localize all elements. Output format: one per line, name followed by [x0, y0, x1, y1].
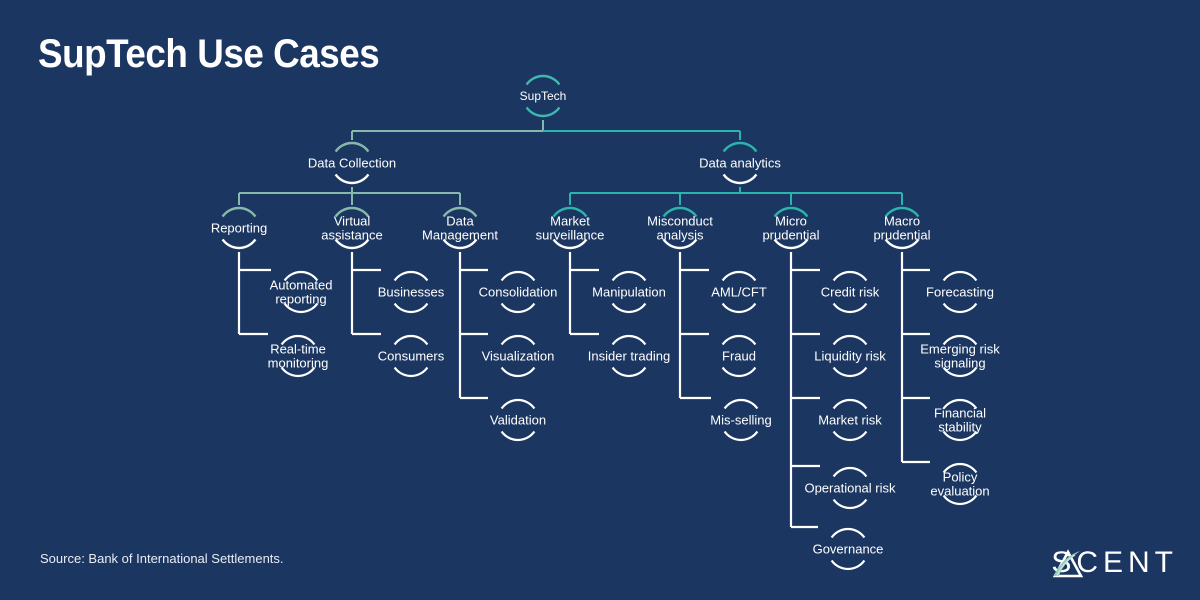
leaf-arc-bottom: [500, 430, 536, 442]
leaf-label: Credit risk: [821, 285, 880, 300]
leaf-arc-bottom: [721, 302, 757, 314]
leaf-arc-bottom: [723, 430, 759, 442]
leaf-arc-bottom: [832, 498, 868, 510]
leaf-label: Insider trading: [588, 349, 670, 364]
leaf-arc-top: [500, 398, 536, 410]
node-arc-bottom-suptech: [525, 106, 561, 118]
leaf-label: Governance: [813, 542, 884, 557]
leaf-arc-top: [393, 334, 429, 346]
leaf-arc-bottom: [611, 366, 647, 378]
leaf-arc-bottom: [500, 302, 536, 314]
node-label-misconduct: Misconduct analysis: [647, 214, 713, 243]
node-label-macroprud: Macro prudential: [873, 214, 930, 243]
leaf-label: Consolidation: [479, 285, 558, 300]
leaf-arc-top: [500, 270, 536, 282]
leaf-label: Businesses: [378, 285, 445, 300]
leaf-label: Market risk: [818, 413, 882, 428]
leaf-arc-top: [832, 466, 868, 478]
leaf-label: Automated reporting: [270, 278, 333, 307]
leaf-label: Forecasting: [926, 285, 994, 300]
leaf-label: Visualization: [482, 349, 555, 364]
leaf-arc-top: [832, 270, 868, 282]
leaf-arc-bottom: [832, 430, 868, 442]
node-label-marketsurv: Market surveillance: [536, 214, 605, 243]
leaf-label: Emerging risk signaling: [920, 342, 1000, 371]
node-label-dataanalytics: Data analytics: [699, 156, 781, 171]
leaf-arc-bottom: [942, 302, 978, 314]
leaf-arc-top: [723, 398, 759, 410]
ascent-logo: SCENT: [1051, 548, 1178, 578]
leaf-arc-top: [830, 527, 866, 539]
leaf-label: Manipulation: [592, 285, 666, 300]
leaf-arc-top: [832, 398, 868, 410]
leaf-arc-top: [721, 334, 757, 346]
node-label-reporting: Reporting: [211, 221, 267, 236]
node-arc-bottom-reporting: [221, 238, 257, 250]
node-label-datamgmt: Data Management: [422, 214, 498, 243]
leaf-arc-bottom: [611, 302, 647, 314]
suptech-tree-svg: SupTech Data Collection Data analytics Repo…: [211, 74, 1000, 571]
leaf-label: Policy evaluation: [930, 470, 989, 499]
node-label-datacollect: Data Collection: [308, 156, 396, 171]
leaf-label: Real-time monitoring: [268, 342, 329, 371]
leaf-label: AML/CFT: [711, 285, 767, 300]
leaf-arc-bottom: [832, 302, 868, 314]
leaf-arc-bottom: [500, 366, 536, 378]
node-label-suptech: SupTech: [520, 89, 567, 103]
source-note: Source: Bank of International Settlement…: [40, 551, 284, 566]
node-arc-bottom-datacollect: [334, 173, 370, 185]
leaf-arc-top: [393, 270, 429, 282]
leaf-arc-bottom: [393, 366, 429, 378]
leaf-label: Liquidity risk: [814, 349, 886, 364]
node-arc-bottom-dataanalytics: [722, 173, 758, 185]
leaf-arc-top: [942, 270, 978, 282]
node-arc-top-dataanalytics: [722, 141, 758, 153]
leaf-arc-bottom: [393, 302, 429, 314]
leaf-arc-bottom: [832, 366, 868, 378]
leaf-arc-bottom: [721, 366, 757, 378]
leaf-arc-top: [611, 270, 647, 282]
leaf-arc-bottom: [830, 559, 866, 571]
leaf-label: Operational risk: [804, 481, 896, 496]
ascent-a-mark-icon: [1053, 549, 1084, 578]
leaf-arc-top: [721, 270, 757, 282]
leaf-label: Fraud: [722, 349, 756, 364]
leaf-label: Consumers: [378, 349, 445, 364]
node-label-virtualassist: Virtual assistance: [321, 214, 382, 243]
leaf-arc-top: [832, 334, 868, 346]
leaf-arc-top: [611, 334, 647, 346]
node-arc-top-datacollect: [334, 141, 370, 153]
diagram-canvas: SupTech Use Cases SupTech Data Collection…: [0, 0, 1200, 600]
node-label-microprud: Micro prudential: [762, 214, 819, 243]
leaf-label: Financial stability: [934, 406, 986, 435]
node-arc-top-reporting: [221, 206, 257, 218]
leaf-label: Mis-selling: [710, 413, 771, 428]
node-arc-top-suptech: [525, 74, 561, 86]
leaf-label: Validation: [490, 413, 546, 428]
leaf-arc-top: [500, 334, 536, 346]
